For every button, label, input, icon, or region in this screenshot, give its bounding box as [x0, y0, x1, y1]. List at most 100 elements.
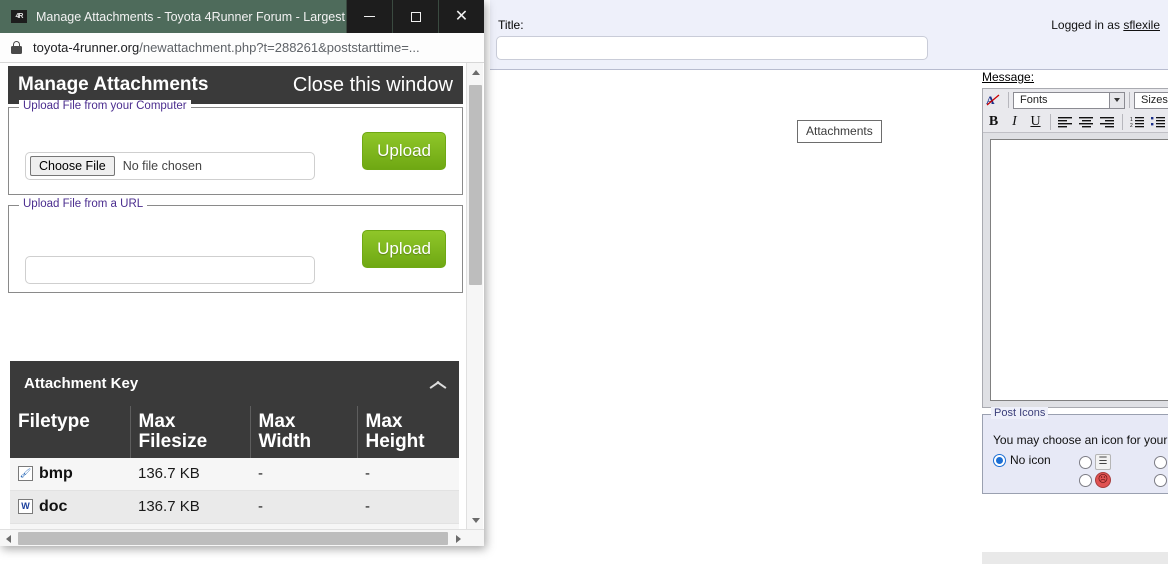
- popup-window-title: Manage Attachments - Toyota 4Runner Foru…: [36, 9, 346, 24]
- vertical-scroll-thumb[interactable]: [469, 85, 482, 285]
- attachment-key-table: Filetype Max Filesize Max Width Max Heig…: [10, 406, 459, 529]
- maximize-button[interactable]: [392, 0, 438, 33]
- radio-note[interactable]: [1079, 455, 1092, 469]
- popup-horizontal-scrollbar[interactable]: [0, 529, 484, 546]
- cell-max-width: -: [250, 457, 357, 491]
- url-path: /newattachment.php?t=288261&poststarttim…: [139, 40, 420, 55]
- manage-attachments-title: Manage Attachments: [18, 74, 209, 95]
- cell-filetype: doc: [10, 490, 130, 524]
- column-header-filetype: Filetype: [10, 406, 131, 458]
- no-icon-label: No icon: [1010, 453, 1051, 467]
- word-file-icon: [18, 499, 33, 515]
- message-label: Message:: [982, 70, 1035, 84]
- font-size-value: Sizes: [1141, 94, 1168, 106]
- attachment-key-header[interactable]: Attachment Key: [10, 361, 459, 406]
- logged-in-status: Logged in as sflexile: [1051, 18, 1160, 32]
- attachment-key-header-row: Filetype Max Filesize Max Width Max Heig…: [10, 406, 459, 458]
- upload-from-computer-section: Upload File from your Computer Choose Fi…: [8, 100, 463, 195]
- align-right-icon[interactable]: [1097, 112, 1118, 132]
- file-picker[interactable]: Choose File No file chosen: [25, 152, 315, 180]
- site-favicon-icon: 4R: [11, 10, 27, 23]
- toolbar-separator: [1050, 114, 1051, 130]
- reply-form: Title: Logged in as sflexile Message: A: [490, 0, 1168, 564]
- chevron-up-icon[interactable]: [431, 377, 445, 391]
- font-size-select[interactable]: Sizes: [1134, 91, 1168, 109]
- post-icons-help-text: You may choose an icon for your message …: [993, 433, 1168, 447]
- popup-title-bar[interactable]: 4R Manage Attachments - Toyota 4Runner F…: [0, 0, 484, 33]
- editor-toolbar-row-1: A Fonts Sizes: [983, 89, 1168, 111]
- close-this-window-link[interactable]: Close this window: [293, 74, 453, 97]
- post-icon-option-angry[interactable]: ☹: [1079, 471, 1123, 489]
- post-icon-option-arrow[interactable]: →: [1154, 453, 1168, 471]
- remove-formatting-icon[interactable]: A: [983, 90, 1004, 110]
- filetype-label: bmp: [39, 464, 73, 482]
- unordered-list-icon[interactable]: [1148, 112, 1168, 132]
- column-header-max-filesize: Max Filesize: [130, 406, 251, 458]
- post-icon-note[interactable]: ☰: [1095, 454, 1111, 470]
- scroll-right-arrow-icon[interactable]: [450, 530, 467, 546]
- toolbar-separator: [1129, 92, 1130, 108]
- popup-scroll-area: Manage Attachments Close this window Upl…: [0, 63, 465, 529]
- upload-file-button[interactable]: Upload: [362, 132, 446, 170]
- image-file-icon: [18, 466, 33, 482]
- post-icon-column: →☹: [1154, 453, 1168, 489]
- post-icon-option-none[interactable]: No icon: [993, 453, 1051, 467]
- address-bar-url: toyota-4runner.org/newattachment.php?t=2…: [33, 40, 420, 55]
- ordered-list-icon[interactable]: 12: [1127, 112, 1148, 132]
- popup-content: Manage Attachments Close this window Upl…: [0, 63, 484, 546]
- popup-address-bar[interactable]: toyota-4runner.org/newattachment.php?t=2…: [0, 33, 484, 63]
- toolbar-separator: [1122, 114, 1123, 130]
- minimize-button[interactable]: [346, 0, 392, 33]
- attachment-key-body: bmp136.7 KB--doc136.7 KB--gif136.7 KB--j…: [10, 457, 459, 529]
- underline-button[interactable]: U: [1025, 112, 1046, 132]
- page-footer-strip: [982, 552, 1168, 564]
- post-icons-panel: Post Icons You may choose an icon for yo…: [982, 407, 1168, 494]
- close-icon: ✕: [454, 7, 469, 25]
- upload-url-input[interactable]: [25, 256, 315, 284]
- toolbar-separator: [1008, 92, 1009, 108]
- reply-form-header: Title: Logged in as sflexile: [490, 0, 1168, 70]
- column-header-max-width: Max Width: [250, 406, 358, 458]
- message-editor: A Fonts Sizes B I U 1 2: [982, 88, 1168, 408]
- cell-max-height: -: [357, 490, 459, 524]
- attachments-tooltip: Attachments: [797, 120, 882, 143]
- post-icons-grid: No icon ☰☹→☹●□⚠☺?☺▬☟☺☝: [993, 453, 1168, 489]
- post-icon-option-note[interactable]: ☰: [1079, 453, 1123, 471]
- post-icon-option-frown-purple[interactable]: ☹: [1154, 471, 1168, 489]
- scroll-left-arrow-icon[interactable]: [0, 530, 17, 546]
- upload-url-button[interactable]: Upload: [362, 230, 446, 268]
- radio-frown-purple[interactable]: [1154, 473, 1167, 487]
- message-textarea[interactable]: [990, 139, 1168, 401]
- italic-button[interactable]: I: [1004, 112, 1025, 132]
- scroll-down-arrow-icon[interactable]: [467, 511, 484, 529]
- close-window-button[interactable]: ✕: [438, 0, 484, 33]
- url-host: toyota-4runner.org: [33, 40, 140, 55]
- editor-toolbar-row-2: B I U 1 2: [983, 111, 1168, 133]
- cell-max-width: -: [250, 490, 357, 524]
- horizontal-scroll-thumb[interactable]: [18, 532, 448, 545]
- font-family-select[interactable]: Fonts: [1013, 91, 1125, 109]
- radio-arrow[interactable]: [1154, 455, 1167, 469]
- username-link[interactable]: sflexile: [1123, 18, 1160, 32]
- title-label: Title:: [498, 18, 524, 32]
- post-icon-angry[interactable]: ☹: [1095, 472, 1111, 488]
- popup-vertical-scrollbar[interactable]: [466, 63, 483, 529]
- radio-angry[interactable]: [1079, 473, 1092, 487]
- attachment-key-title: Attachment Key: [24, 375, 139, 392]
- bold-button[interactable]: B: [983, 112, 1004, 132]
- radio-no-icon[interactable]: [993, 453, 1006, 467]
- screen: Title: Logged in as sflexile Message: A: [0, 0, 1168, 564]
- svg-text:2: 2: [1130, 123, 1133, 128]
- filetype-label: doc: [39, 497, 68, 515]
- window-controls: ✕: [346, 0, 484, 33]
- align-center-icon[interactable]: [1076, 112, 1097, 132]
- post-icons-legend: Post Icons: [991, 407, 1049, 419]
- title-input[interactable]: [496, 36, 928, 60]
- scroll-up-arrow-icon[interactable]: [467, 63, 484, 81]
- popup-title-area: 4R Manage Attachments - Toyota 4Runner F…: [0, 0, 346, 33]
- form-actions: Submit Reply Preview Post: [982, 510, 1168, 550]
- manage-attachments-header: Manage Attachments Close this window: [8, 66, 463, 104]
- choose-file-button[interactable]: Choose File: [30, 156, 115, 176]
- cell-max-filesize: 136.7 KB: [130, 457, 250, 491]
- align-left-icon[interactable]: [1055, 112, 1076, 132]
